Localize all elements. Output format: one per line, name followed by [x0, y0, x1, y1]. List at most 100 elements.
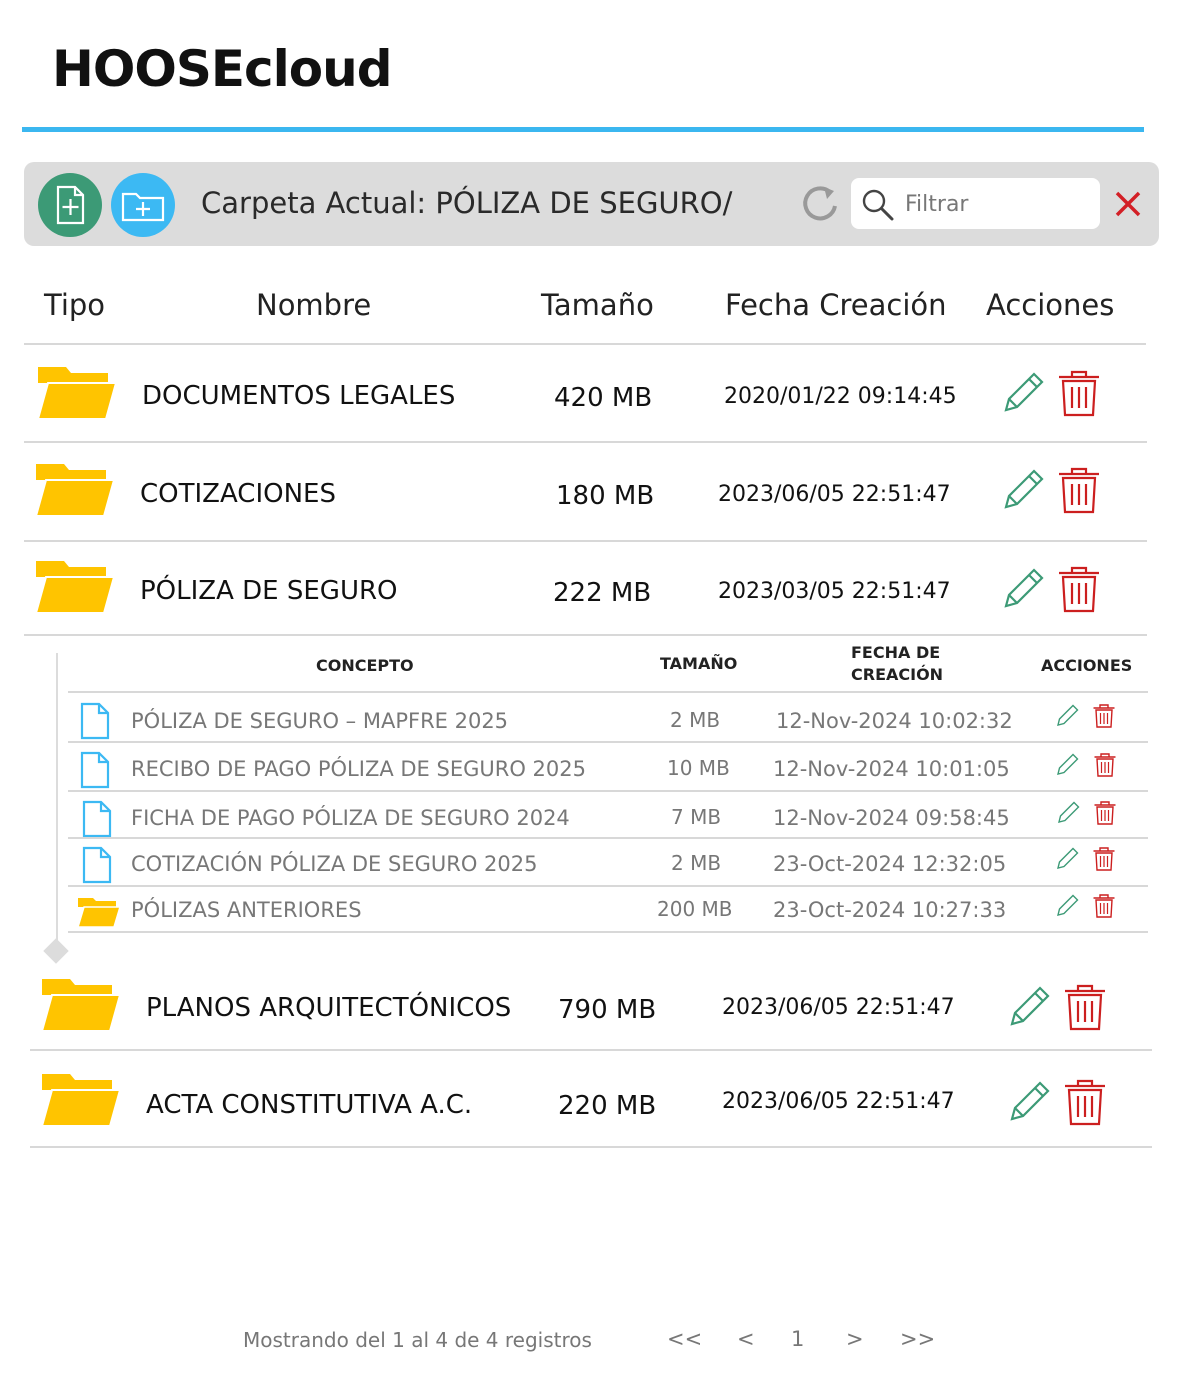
column-header-type: Tipo [44, 288, 106, 322]
pagination-first[interactable]: << [667, 1327, 702, 1351]
pagination-next[interactable]: > [846, 1327, 864, 1351]
folder-icon [34, 464, 116, 517]
delete-icon[interactable] [1092, 703, 1116, 729]
sub-row-divider [68, 885, 1148, 887]
sub-row-created: 23-Oct-2024 10:27:33 [773, 898, 1007, 922]
refresh-icon[interactable] [800, 182, 842, 228]
delete-icon[interactable] [1093, 752, 1117, 778]
sub-row-divider [68, 837, 1148, 839]
edit-icon[interactable] [1054, 703, 1080, 729]
search-icon [862, 189, 894, 221]
subcolumn-header-created-line1: FECHA DE [851, 643, 941, 662]
sub-row-created: 12-Nov-2024 10:01:05 [773, 757, 1010, 781]
row-size: 222 MB [553, 578, 652, 608]
row-divider [24, 540, 1147, 542]
row-created: 2023/03/05 22:51:47 [718, 579, 951, 604]
clear-filter-icon[interactable] [1114, 190, 1142, 222]
row-created: 2023/06/05 22:51:47 [722, 1089, 955, 1114]
delete-icon[interactable] [1062, 982, 1108, 1032]
sub-row-name[interactable]: FICHA DE PAGO PÓLIZA DE SEGURO 2024 [131, 806, 570, 830]
delete-icon[interactable] [1056, 564, 1102, 614]
subcolumn-header-size: TAMAÑO [660, 654, 738, 673]
title-divider [22, 127, 1144, 132]
filter-box[interactable] [851, 178, 1100, 229]
delete-icon[interactable] [1056, 465, 1102, 515]
file-icon [82, 846, 112, 884]
app-title: HOOSEcloud [52, 40, 393, 98]
edit-icon[interactable] [1054, 752, 1080, 778]
row-size: 220 MB [558, 1091, 657, 1121]
delete-icon[interactable] [1062, 1077, 1108, 1127]
edit-icon[interactable] [998, 564, 1048, 614]
delete-icon[interactable] [1092, 893, 1116, 919]
row-created: 2023/06/05 22:51:47 [722, 995, 955, 1020]
row-created: 2020/01/22 09:14:45 [724, 384, 957, 409]
edit-icon[interactable] [1004, 1077, 1054, 1127]
row-size: 420 MB [554, 383, 653, 413]
current-folder-label: Carpeta Actual: PÓLIZA DE SEGURO/ [201, 186, 733, 220]
edit-icon[interactable] [1055, 800, 1081, 826]
edit-icon[interactable] [1004, 982, 1054, 1032]
pagination-prev[interactable]: < [737, 1327, 755, 1351]
tree-node-marker [43, 938, 69, 964]
file-icon [80, 751, 110, 789]
sub-row-size: 7 MB [671, 805, 722, 829]
sub-row-created: 12-Nov-2024 09:58:45 [773, 806, 1010, 830]
subcolumn-header-concept: CONCEPTO [316, 656, 414, 675]
row-name[interactable]: PÓLIZA DE SEGURO [140, 576, 398, 606]
edit-icon[interactable] [1054, 893, 1080, 919]
sub-row-size: 2 MB [671, 851, 722, 875]
sub-row-size: 2 MB [670, 708, 721, 732]
filter-input[interactable] [905, 188, 1090, 220]
column-header-actions: Acciones [986, 288, 1115, 322]
delete-icon[interactable] [1093, 800, 1117, 826]
sub-row-divider [68, 741, 1148, 743]
sub-row-name[interactable]: RECIBO DE PAGO PÓLIZA DE SEGURO 2025 [131, 757, 586, 781]
row-divider [30, 1146, 1152, 1148]
sub-row-size: 10 MB [667, 756, 730, 780]
file-icon [82, 800, 112, 838]
column-header-size: Tamaño [541, 288, 654, 322]
row-name[interactable]: ACTA CONSTITUTIVA A.C. [146, 1090, 472, 1120]
folder-icon [36, 367, 118, 420]
row-created: 2023/06/05 22:51:47 [718, 482, 951, 507]
sub-row-created: 12-Nov-2024 10:02:32 [776, 709, 1013, 733]
row-divider [30, 1049, 1152, 1051]
column-header-name: Nombre [256, 288, 372, 322]
subheader-divider [68, 691, 1148, 693]
sub-row-divider [68, 931, 1148, 933]
sub-row-created: 23-Oct-2024 12:32:05 [773, 852, 1007, 876]
edit-icon[interactable] [1054, 846, 1080, 872]
pagination-info: Mostrando del 1 al 4 de 4 registros [243, 1328, 592, 1352]
row-name[interactable]: COTIZACIONES [140, 479, 336, 509]
folder-icon [34, 561, 116, 614]
row-name[interactable]: PLANOS ARQUITECTÓNICOS [146, 993, 511, 1023]
delete-icon[interactable] [1092, 846, 1116, 872]
subcolumn-header-actions: ACCIONES [1041, 656, 1133, 675]
column-header-created: Fecha Creación [725, 288, 947, 322]
new-folder-button[interactable] [111, 173, 175, 237]
sub-row-name[interactable]: PÓLIZAS ANTERIORES [131, 898, 362, 922]
new-file-icon [56, 185, 85, 225]
file-icon [80, 702, 110, 740]
folder-icon [40, 1074, 122, 1127]
edit-icon[interactable] [998, 465, 1048, 515]
toolbar: Carpeta Actual: PÓLIZA DE SEGURO/ [24, 162, 1159, 246]
tree-connector [56, 653, 58, 945]
row-size: 180 MB [556, 481, 655, 511]
edit-icon[interactable] [998, 368, 1048, 418]
sub-row-name[interactable]: COTIZACIÓN PÓLIZA DE SEGURO 2025 [131, 852, 537, 876]
new-file-button[interactable] [38, 173, 102, 237]
sub-row-name[interactable]: PÓLIZA DE SEGURO – MAPFRE 2025 [131, 709, 508, 733]
new-folder-icon [121, 192, 165, 222]
folder-icon [76, 898, 122, 928]
sub-row-divider [68, 790, 1148, 792]
sub-row-size: 200 MB [657, 897, 733, 921]
row-size: 790 MB [558, 995, 657, 1025]
delete-icon[interactable] [1056, 368, 1102, 418]
row-name[interactable]: DOCUMENTOS LEGALES [142, 381, 455, 411]
pagination-last[interactable]: >> [900, 1327, 935, 1351]
row-divider [24, 441, 1147, 443]
pagination-page-1[interactable]: 1 [791, 1327, 804, 1351]
folder-icon [40, 979, 122, 1032]
